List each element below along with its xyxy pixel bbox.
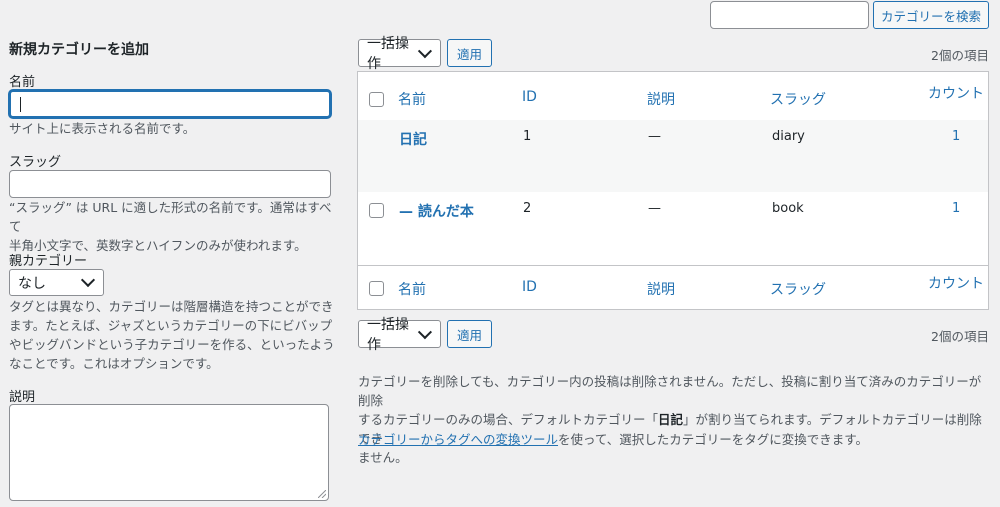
column-count-footer[interactable]: カウント	[928, 273, 984, 293]
column-name-footer[interactable]: 名前	[398, 279, 426, 299]
bulk-action-select-bottom[interactable]: 一括操作	[358, 317, 441, 353]
column-id[interactable]: ID	[522, 89, 537, 105]
apply-button-top[interactable]: 適用	[447, 39, 492, 67]
parent-description: タグとは異なり、カテゴリーは階層構造を持つことができ ます。たとえば、ジャズとい…	[9, 299, 335, 371]
apply-button-bottom[interactable]: 適用	[447, 320, 492, 348]
item-count-top: 2個の項目	[931, 48, 989, 63]
category-id: 1	[523, 129, 532, 144]
bulk-action-select-top[interactable]: 一括操作	[358, 36, 441, 72]
slug-description: “スラッグ” は URL に適した形式の名前です。通常はすべて 半角小文字で、英…	[9, 200, 332, 253]
category-tag-converter-link[interactable]: カテゴリーからタグへの変換ツール	[358, 432, 558, 447]
category-search-input[interactable]	[710, 1, 869, 29]
category-name-link[interactable]: — 読んだ本	[399, 201, 474, 221]
column-name[interactable]: 名前	[398, 89, 426, 109]
table-row: — 読んだ本 2 — book 1	[358, 192, 988, 266]
category-description-textarea[interactable]	[9, 404, 329, 501]
parent-category-select[interactable]: なし	[9, 269, 104, 296]
text-cursor	[20, 97, 21, 112]
select-all-checkbox[interactable]	[369, 92, 384, 107]
category-slug: diary	[772, 129, 805, 144]
add-category-heading: 新規カテゴリーを追加	[9, 42, 149, 58]
table-row: 日記 1 — diary 1	[358, 120, 988, 192]
column-slug[interactable]: スラッグ	[770, 89, 826, 109]
table-header: 名前 ID 説明 スラッグ カウント	[358, 72, 988, 121]
category-name-input[interactable]	[9, 90, 331, 118]
category-count-link[interactable]: 1	[952, 201, 960, 216]
categories-table: 名前 ID 説明 スラッグ カウント 日記 1 — diary 1 — 読んだ本…	[357, 71, 989, 310]
category-description: —	[648, 129, 661, 144]
resize-handle-icon[interactable]	[318, 490, 326, 498]
slug-label: スラッグ	[9, 155, 62, 170]
category-name-link[interactable]: 日記	[399, 129, 427, 149]
name-description: サイト上に表示される名前です。	[9, 121, 196, 136]
item-count-bottom: 2個の項目	[931, 329, 989, 344]
search-categories-button[interactable]: カテゴリーを検索	[873, 1, 989, 29]
column-id-footer[interactable]: ID	[522, 279, 537, 295]
column-description-footer[interactable]: 説明	[647, 279, 675, 299]
category-slug-input[interactable]	[9, 170, 331, 198]
category-description: —	[648, 201, 661, 216]
converter-notice: カテゴリーからタグへの変換ツールを使って、選択したカテゴリーをタグに変換できます…	[358, 432, 869, 447]
parent-category-label: 親カテゴリー	[9, 254, 88, 269]
category-id: 2	[523, 201, 532, 216]
name-label: 名前	[9, 75, 36, 90]
table-footer: 名前 ID 説明 スラッグ カウント	[358, 266, 988, 309]
chevron-down-icon	[80, 272, 96, 288]
delete-notice: カテゴリーを削除しても、カテゴリー内の投稿は削除されません。ただし、投稿に割り当…	[358, 374, 982, 465]
select-all-checkbox-footer[interactable]	[369, 281, 384, 296]
column-description[interactable]: 説明	[647, 89, 675, 109]
column-count[interactable]: カウント	[928, 83, 984, 103]
column-slug-footer[interactable]: スラッグ	[770, 279, 826, 299]
category-slug: book	[772, 201, 804, 216]
category-count-link[interactable]: 1	[952, 129, 960, 144]
description-label: 説明	[9, 390, 36, 405]
row-checkbox[interactable]	[369, 203, 384, 218]
